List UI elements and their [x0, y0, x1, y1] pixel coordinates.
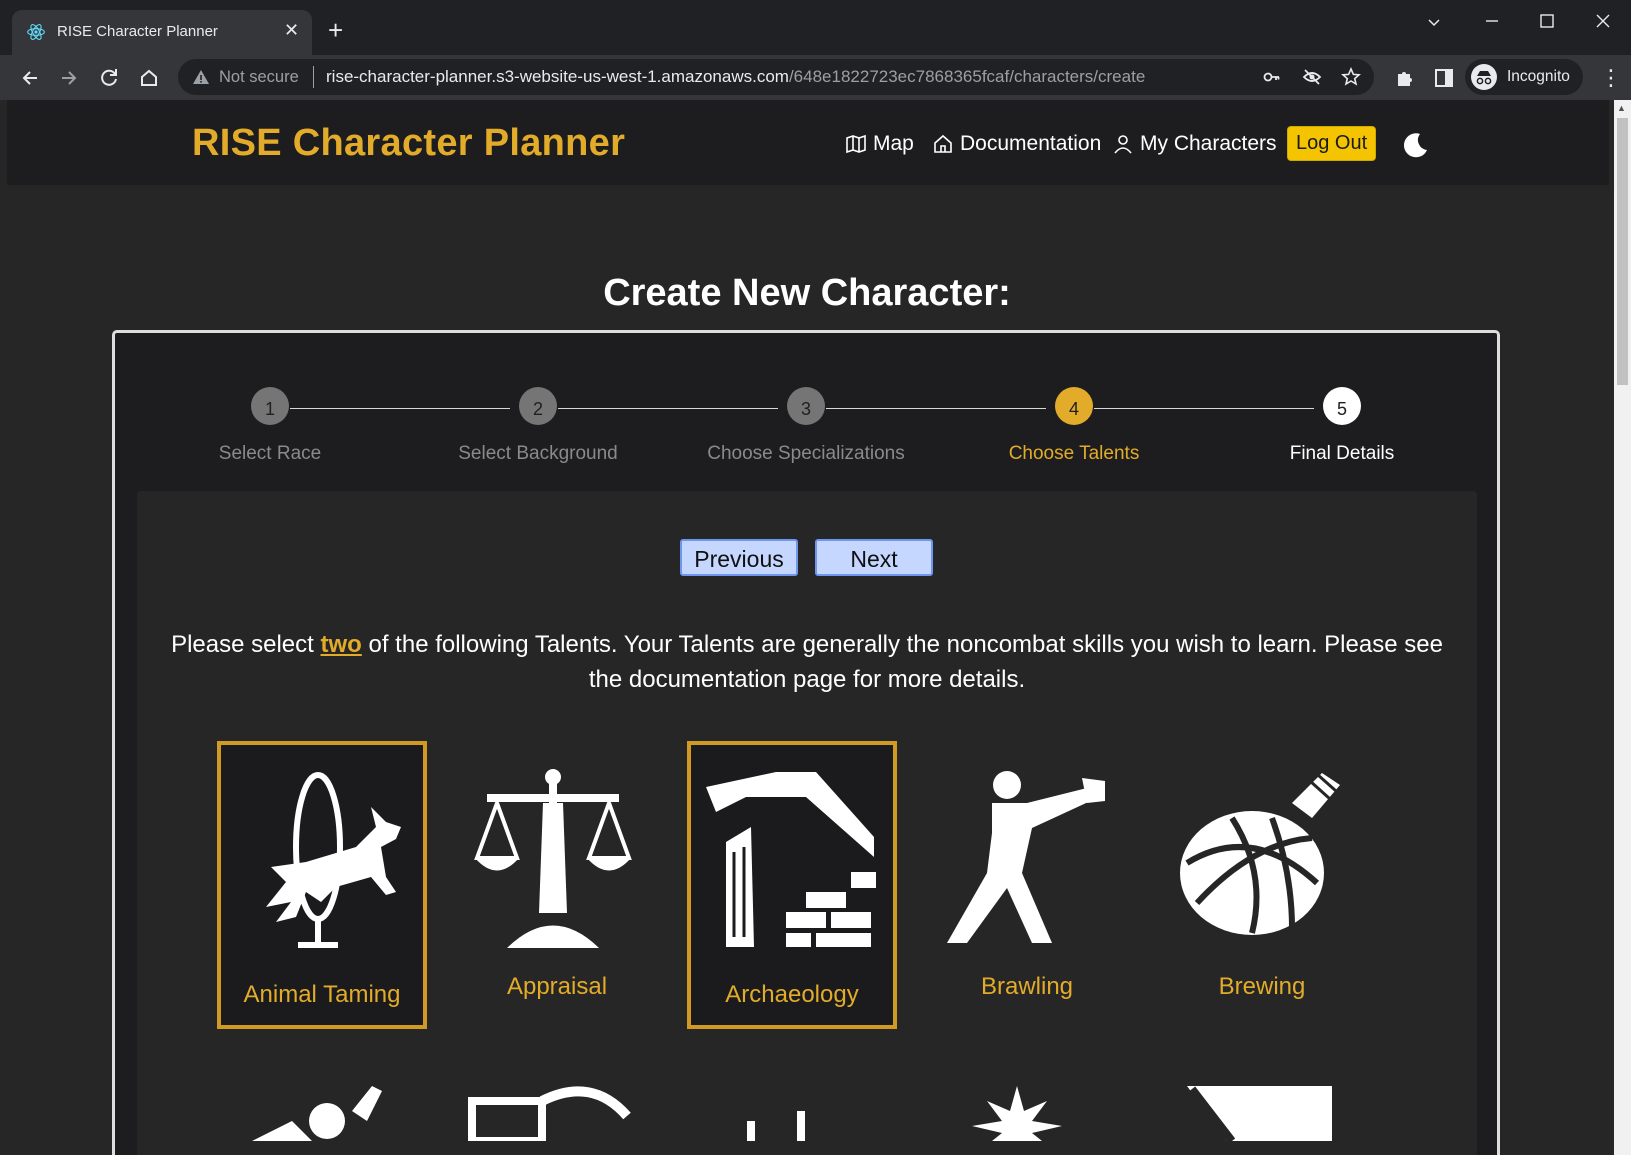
talent-label: Brawling	[980, 973, 1074, 1000]
forward-icon[interactable]	[54, 63, 84, 93]
talent-icon-partial	[972, 1086, 1062, 1141]
divider	[313, 66, 314, 88]
step-connector	[826, 408, 1046, 409]
reload-icon[interactable]	[94, 63, 124, 93]
appraisal-icon	[474, 769, 632, 948]
sidepanel-icon[interactable]	[1432, 66, 1456, 90]
url-text[interactable]: rise-character-planner.s3-website-us-wes…	[326, 67, 1145, 87]
browser-tabstrip: RISE Character Planner ✕ +	[0, 0, 1631, 55]
talent-icon-partial	[1187, 1086, 1332, 1141]
instructions-highlight: two	[320, 631, 362, 658]
moon-icon[interactable]	[1400, 130, 1430, 160]
nav-link-label: Map	[873, 132, 914, 155]
security-label[interactable]: Not secure	[219, 68, 299, 87]
animal-taming-icon	[266, 772, 401, 948]
step-connector	[558, 408, 778, 409]
talent-card-animal-taming[interactable]: Animal Taming	[217, 741, 427, 1029]
home-icon	[934, 134, 952, 153]
url-path: /648e1822723ec7868365fcaf/characters/cre…	[788, 67, 1146, 86]
browser-tab[interactable]: RISE Character Planner ✕	[12, 10, 312, 55]
nav-link-documentation[interactable]: Documentation	[932, 132, 1101, 156]
step-connector	[1094, 408, 1314, 409]
instructions-before: Please select	[171, 631, 321, 658]
talent-selection-area: Previous Next Please select two of the f…	[137, 491, 1477, 1155]
step-4-circle[interactable]: 4	[1055, 387, 1093, 425]
react-icon	[27, 24, 45, 40]
talent-label: Appraisal	[506, 973, 608, 1000]
next-button[interactable]: Next	[815, 539, 933, 576]
puzzle-icon[interactable]	[1393, 66, 1417, 90]
talent-card-appraisal[interactable]: Appraisal	[452, 741, 662, 1029]
scrollbar-thumb[interactable]	[1617, 118, 1628, 385]
previous-button[interactable]: Previous	[680, 539, 798, 576]
new-tab-button[interactable]: +	[328, 17, 343, 43]
scroll-up-arrow[interactable]: ▲	[1617, 103, 1626, 113]
browser-toolbar: Not secure rise-character-planner.s3-web…	[0, 55, 1631, 100]
brewing-icon	[1180, 773, 1340, 935]
step-connector	[290, 408, 510, 409]
warning-icon[interactable]	[192, 68, 210, 86]
eye-off-icon[interactable]	[1302, 67, 1322, 87]
step-5-circle[interactable]: 5	[1323, 387, 1361, 425]
talent-icon-partial	[468, 1086, 631, 1141]
app-navbar: RISE Character Planner Map Documentation…	[7, 100, 1609, 185]
brawling-icon	[947, 771, 1105, 943]
talent-label: Animal Taming	[243, 981, 401, 1008]
step-5-label: Final Details	[1289, 443, 1395, 464]
step-4-label: Choose Talents	[1008, 443, 1140, 464]
minimize-icon[interactable]	[1483, 12, 1501, 30]
talent-card-brewing[interactable]: Brewing	[1157, 741, 1367, 1029]
step-3-label: Choose Specializations	[707, 443, 905, 464]
close-window-icon[interactable]	[1594, 12, 1612, 30]
star-icon[interactable]	[1341, 67, 1361, 87]
maximize-icon[interactable]	[1538, 12, 1556, 30]
page-viewport: RISE Character Planner Map Documentation…	[0, 100, 1614, 1155]
logout-button[interactable]: Log Out	[1287, 126, 1377, 161]
step-2-label: Select Background	[458, 443, 618, 464]
nav-link-my-characters[interactable]: My Characters	[1112, 132, 1277, 156]
instructions-after: of the following Talents. Your Talents a…	[361, 631, 1443, 693]
key-icon[interactable]	[1262, 67, 1282, 87]
url-host: rise-character-planner.s3-website-us-wes…	[326, 67, 789, 86]
incognito-icon	[1471, 64, 1497, 90]
talent-icon-partial	[747, 1111, 805, 1141]
talent-card-archaeology[interactable]: Archaeology	[687, 741, 897, 1029]
brand-title[interactable]: RISE Character Planner	[192, 122, 625, 165]
close-tab-icon[interactable]: ✕	[284, 20, 299, 41]
profile-button[interactable]: Incognito	[1465, 59, 1583, 95]
talent-card-brawling[interactable]: Brawling	[922, 741, 1132, 1029]
tab-search-icon[interactable]	[1426, 14, 1442, 30]
nav-link-label: My Characters	[1140, 132, 1277, 155]
talent-label: Brewing	[1218, 973, 1306, 1000]
talent-icon-partial	[252, 1086, 382, 1141]
nav-link-map[interactable]: Map	[845, 132, 914, 156]
instructions-text: Please select two of the following Talen…	[167, 627, 1447, 697]
wizard-panel: 1 2 3 4 5 Select Race Select Background …	[112, 330, 1500, 1155]
step-1-circle[interactable]: 1	[251, 387, 289, 425]
user-icon	[1114, 135, 1132, 154]
step-1-label: Select Race	[218, 443, 322, 464]
archaeology-icon	[706, 772, 876, 947]
home-icon[interactable]	[134, 63, 164, 93]
profile-label: Incognito	[1507, 68, 1570, 85]
tab-title: RISE Character Planner	[57, 23, 218, 40]
page-title: Create New Character:	[603, 272, 1011, 314]
menu-icon[interactable]: ⋮	[1600, 65, 1622, 91]
back-icon[interactable]	[15, 63, 45, 93]
address-bar[interactable]: Not secure rise-character-planner.s3-web…	[178, 59, 1374, 95]
nav-link-label: Documentation	[960, 132, 1102, 155]
talent-label: Archaeology	[725, 981, 859, 1008]
step-2-circle[interactable]: 2	[519, 387, 557, 425]
map-icon	[846, 134, 866, 154]
step-3-circle[interactable]: 3	[787, 387, 825, 425]
